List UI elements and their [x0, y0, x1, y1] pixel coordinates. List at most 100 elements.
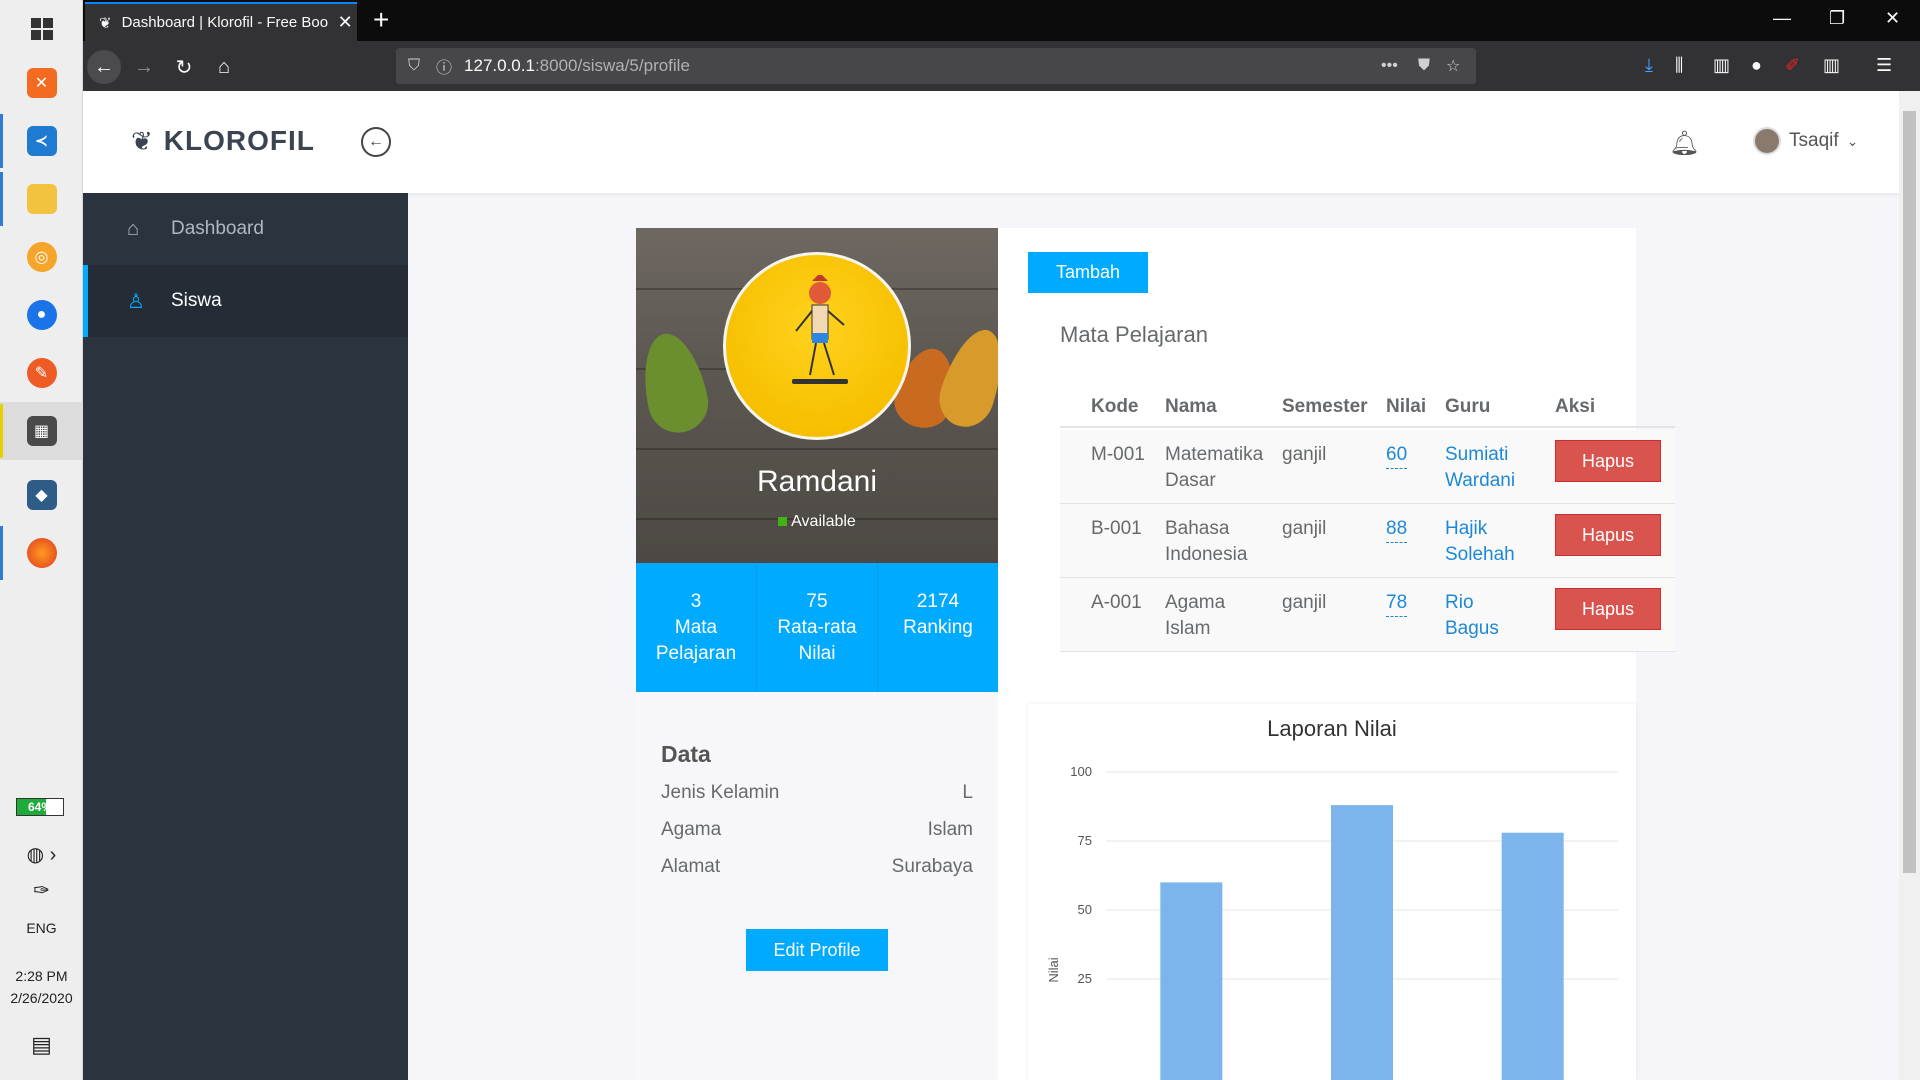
bookmark-star-icon[interactable]: ☆	[1446, 56, 1460, 76]
header-semester: Semester	[1282, 396, 1368, 417]
url-host: 127.0.0.1	[464, 56, 535, 75]
home-button[interactable]: ⌂	[207, 50, 241, 84]
notification-center-icon[interactable]: ▤	[0, 1032, 83, 1058]
taskbar-postman[interactable]: ✎	[0, 344, 83, 402]
edit-profile-button[interactable]: Edit Profile	[746, 929, 888, 971]
menu-icon[interactable]: ☰	[1876, 55, 1892, 76]
pocket-icon[interactable]: ⛊	[1418, 57, 1430, 75]
data-row-jenis-kelamin: Jenis Kelamin L	[661, 782, 973, 804]
reload-button[interactable]: ↻	[167, 50, 201, 84]
page-actions-icon[interactable]: •••	[1381, 57, 1398, 75]
stat-value: 2174	[916, 591, 960, 612]
hapus-button[interactable]: Hapus	[1555, 588, 1661, 630]
clock-time[interactable]: 2:28 PM	[0, 968, 83, 984]
sidebar-icon[interactable]: ▥	[1713, 55, 1730, 76]
brand-logo[interactable]: ❦ KLOROFIL	[131, 125, 315, 157]
info-icon[interactable]: ⓘ	[436, 54, 452, 78]
account-icon[interactable]: ●	[1751, 55, 1762, 76]
page-scrollbar[interactable]	[1899, 91, 1920, 1080]
taskbar-media-player[interactable]: ▦	[0, 402, 83, 460]
new-tab-button[interactable]: +	[373, 4, 389, 36]
stat-mata-pelajaran: 3 Mata Pelajaran	[636, 563, 757, 692]
hapus-button[interactable]: Hapus	[1555, 514, 1661, 556]
stat-value: 3	[690, 591, 702, 612]
stat-rata-rata: 75 Rata-rata Nilai	[757, 563, 878, 692]
table-row: M-001 Matematika Dasar ganjil 60 Sumiati W…	[1060, 430, 1675, 504]
sidebar-item-siswa[interactable]: ♙ Siswa	[83, 265, 408, 337]
cell-guru-link[interactable]: Sumiati Wardani	[1445, 442, 1515, 494]
header-nilai: Nilai	[1386, 396, 1427, 417]
taskbar-mysql-workbench[interactable]: ◆	[0, 466, 83, 524]
barcode-icon[interactable]: ▥	[1823, 55, 1840, 76]
folder-icon	[26, 184, 57, 214]
notification-bell-icon[interactable]: 🔔︎	[1669, 129, 1699, 158]
user-name: Tsaqif	[1789, 130, 1839, 151]
shield-icon[interactable]: ⛉	[408, 57, 420, 75]
data-title: Data	[661, 741, 711, 767]
chart-bar[interactable]	[1501, 832, 1564, 1080]
back-button[interactable]: ←	[87, 50, 121, 84]
cell-nama: Bahasa Indonesia	[1165, 518, 1248, 565]
url-path: :8000/siswa/5/profile	[534, 56, 690, 75]
cell-guru-link[interactable]: Rio Bagus	[1445, 590, 1499, 642]
language-indicator[interactable]: ENG	[0, 920, 83, 936]
data-label: Agama	[661, 819, 722, 840]
y-tick-label: 75	[1078, 833, 1092, 848]
status-text: Available	[791, 513, 856, 530]
data-value: Surabaya	[891, 856, 973, 877]
taskbar-vscode[interactable]: ≺	[0, 112, 83, 170]
cell-nilai-editable[interactable]: 88	[1386, 516, 1408, 543]
window-close-icon[interactable]: ✕	[1885, 8, 1900, 29]
leaf-decoration	[636, 327, 714, 439]
home-icon: ⌂	[127, 217, 140, 240]
avatar	[1753, 127, 1781, 155]
windows-start-button[interactable]	[0, 0, 83, 58]
stat-label: Ranking	[903, 617, 973, 638]
cell-nilai-editable[interactable]: 78	[1386, 590, 1408, 617]
url-text[interactable]: 127.0.0.1:8000/siswa/5/profile	[464, 56, 690, 76]
scrollbar-thumb[interactable]	[1903, 111, 1916, 873]
sidebar-item-label: Dashboard	[171, 218, 264, 239]
tambah-button[interactable]: Tambah	[1028, 252, 1148, 293]
collapse-sidebar-button[interactable]: ←	[361, 127, 391, 157]
cell-semester: ganjil	[1282, 444, 1327, 465]
cell-nama: Agama Islam	[1165, 592, 1226, 639]
chart-bar[interactable]	[1160, 882, 1223, 1080]
clock-date[interactable]: 2/26/2020	[0, 990, 83, 1006]
cell-guru-link[interactable]: Hajik Solehah	[1445, 516, 1515, 568]
url-bar[interactable]: ⛉ ⓘ 127.0.0.1:8000/siswa/5/profile ••• ⛊…	[396, 48, 1476, 84]
network-globe-icon[interactable]: ◍ ›	[0, 842, 83, 867]
taskbar-firefox[interactable]	[0, 524, 83, 582]
taskbar-file-explorer[interactable]	[0, 170, 83, 228]
tab-close-icon[interactable]: ✕	[338, 12, 353, 33]
data-row-alamat: Alamat Surabaya	[661, 856, 973, 878]
navigation-toolbar: ← → ↻ ⌂ ⛉ ⓘ 127.0.0.1:8000/siswa/5/profi…	[83, 41, 1920, 91]
battery-indicator[interactable]: 64%	[16, 798, 64, 816]
taskbar-xampp[interactable]: ✕	[0, 54, 83, 112]
tab-dashboard[interactable]: ❦ Dashboard | Klorofil - Free Boo ✕	[85, 2, 357, 41]
forward-button[interactable]: →	[127, 50, 161, 84]
cell-nilai-editable[interactable]: 60	[1386, 442, 1408, 469]
downloads-icon[interactable]: ⤓	[1645, 55, 1653, 76]
tab-title: Dashboard | Klorofil - Free Boo	[121, 14, 329, 31]
user-menu[interactable]: Tsaqif ⌄	[1753, 127, 1858, 155]
pen-icon[interactable]: ✑	[0, 878, 83, 903]
chart-bar[interactable]	[1331, 805, 1393, 1080]
data-label: Jenis Kelamin	[661, 782, 780, 803]
sidebar-item-dashboard[interactable]: ⌂ Dashboard	[83, 193, 408, 265]
hapus-button[interactable]: Hapus	[1555, 440, 1661, 482]
taskbar-chrome-canary[interactable]: ◎	[0, 228, 83, 286]
taskbar-maps[interactable]: ●	[0, 286, 83, 344]
firefox-window: ❦ Dashboard | Klorofil - Free Boo ✕ + — …	[83, 0, 1920, 1080]
y-tick-label: 100	[1070, 764, 1092, 779]
library-icon[interactable]: ⫼	[1675, 55, 1683, 76]
stat-label: Rata-rata Nilai	[777, 617, 857, 664]
puppet-figure-image	[792, 275, 848, 384]
minimize-icon[interactable]: —	[1773, 8, 1791, 29]
user-icon: ♙	[127, 290, 145, 313]
extension-icon[interactable]: ✐	[1785, 55, 1800, 76]
leaf-favicon-icon: ❦	[99, 14, 112, 32]
stat-value: 75	[806, 591, 828, 612]
web-page: ❦ KLOROFIL ← 🔔︎ Tsaqif ⌄ ⌂ Dashboard ♙ S…	[83, 91, 1920, 1080]
restore-icon[interactable]: ❐	[1829, 8, 1845, 29]
